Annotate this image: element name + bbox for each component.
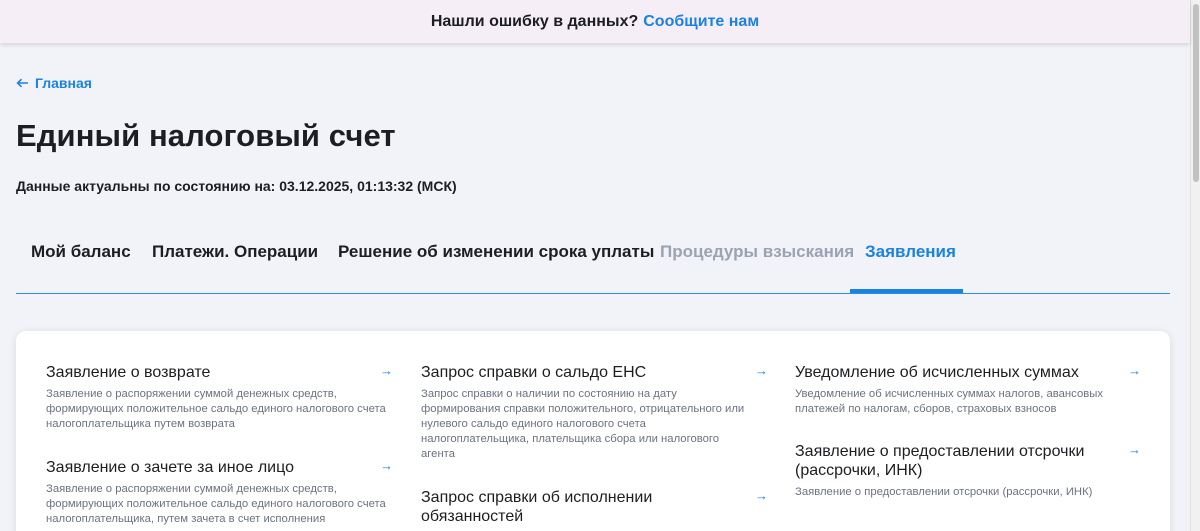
list-item-deferral-application[interactable]: Заявление о предоставлении отсрочки (рас… [795, 442, 1095, 500]
scrollbar-thumb[interactable] [1193, 4, 1199, 182]
item-title: Заявление о предоставлении отсрочки (рас… [795, 443, 1085, 479]
active-tab-indicator [850, 289, 963, 293]
item-title: Заявление о зачете за иное лицо [46, 459, 294, 476]
item-description: Заявление о распоряжении суммой денежных… [46, 483, 386, 525]
tab-payments-operations[interactable]: Платежи. Операции [152, 242, 318, 262]
list-item-calculated-sums-notice[interactable]: Уведомление об исчисленных суммах Уведом… [795, 363, 1135, 417]
tab-payment-deadline-decision[interactable]: Решение об изменении срока уплаты [338, 242, 654, 262]
item-title: Уведомление об исчисленных суммах [795, 364, 1079, 381]
tab-bar: Мой баланс Платежи. Операции Решение об … [16, 235, 1170, 294]
item-description: Заявление о распоряжении суммой денежных… [46, 388, 386, 430]
item-description: Уведомление об исчисленных суммах налого… [795, 388, 1103, 415]
list-item-refund-application[interactable]: Заявление о возврате Заявление о распоря… [46, 363, 386, 432]
item-title: Запрос справки о сальдо ЕНС [421, 364, 647, 381]
applications-card: Заявление о возврате Заявление о распоря… [16, 331, 1170, 531]
arrow-right-icon[interactable]: → [755, 364, 768, 378]
back-link-label: Главная [35, 75, 92, 91]
item-title: Заявление о возврате [46, 364, 211, 381]
arrow-right-icon[interactable]: → [755, 489, 768, 503]
report-error-link[interactable]: Сообщите нам [643, 13, 759, 31]
feedback-banner: Нашли ошибку в данных? Сообщите нам [0, 0, 1190, 43]
arrow-right-icon[interactable]: → [1128, 364, 1141, 378]
data-actual-date: Данные актуальны по состоянию на: 03.12.… [16, 178, 457, 194]
page-title: Единый налоговый счет [16, 118, 396, 153]
item-description: Запрос справки о наличии по состоянию на… [421, 388, 745, 460]
vertical-scrollbar[interactable] [1190, 0, 1200, 531]
arrow-right-icon[interactable]: → [1128, 443, 1141, 457]
back-link[interactable]: Главная [16, 73, 92, 93]
item-title: Запрос справки об исполнении обязанносте… [421, 489, 653, 525]
arrow-right-icon[interactable]: → [380, 364, 393, 378]
list-item-offset-other-person[interactable]: Заявление о зачете за иное лицо Заявлени… [46, 458, 386, 527]
banner-text: Нашли ошибку в данных? [430, 12, 639, 30]
list-item-ens-balance-certificate[interactable]: Запрос справки о сальдо ЕНС Запрос справ… [421, 363, 756, 462]
arrow-right-icon[interactable]: → [380, 459, 393, 473]
arrow-left-icon [16, 78, 29, 88]
tab-my-balance[interactable]: Мой баланс [31, 242, 131, 262]
list-item-obligations-certificate[interactable]: Запрос справки об исполнении обязанносте… [421, 488, 691, 526]
item-description: Заявление о предоставлении отсрочки (рас… [795, 486, 1093, 498]
tab-applications[interactable]: Заявления [865, 242, 956, 262]
tab-collection-procedures[interactable]: Процедуры взыскания [660, 242, 854, 262]
